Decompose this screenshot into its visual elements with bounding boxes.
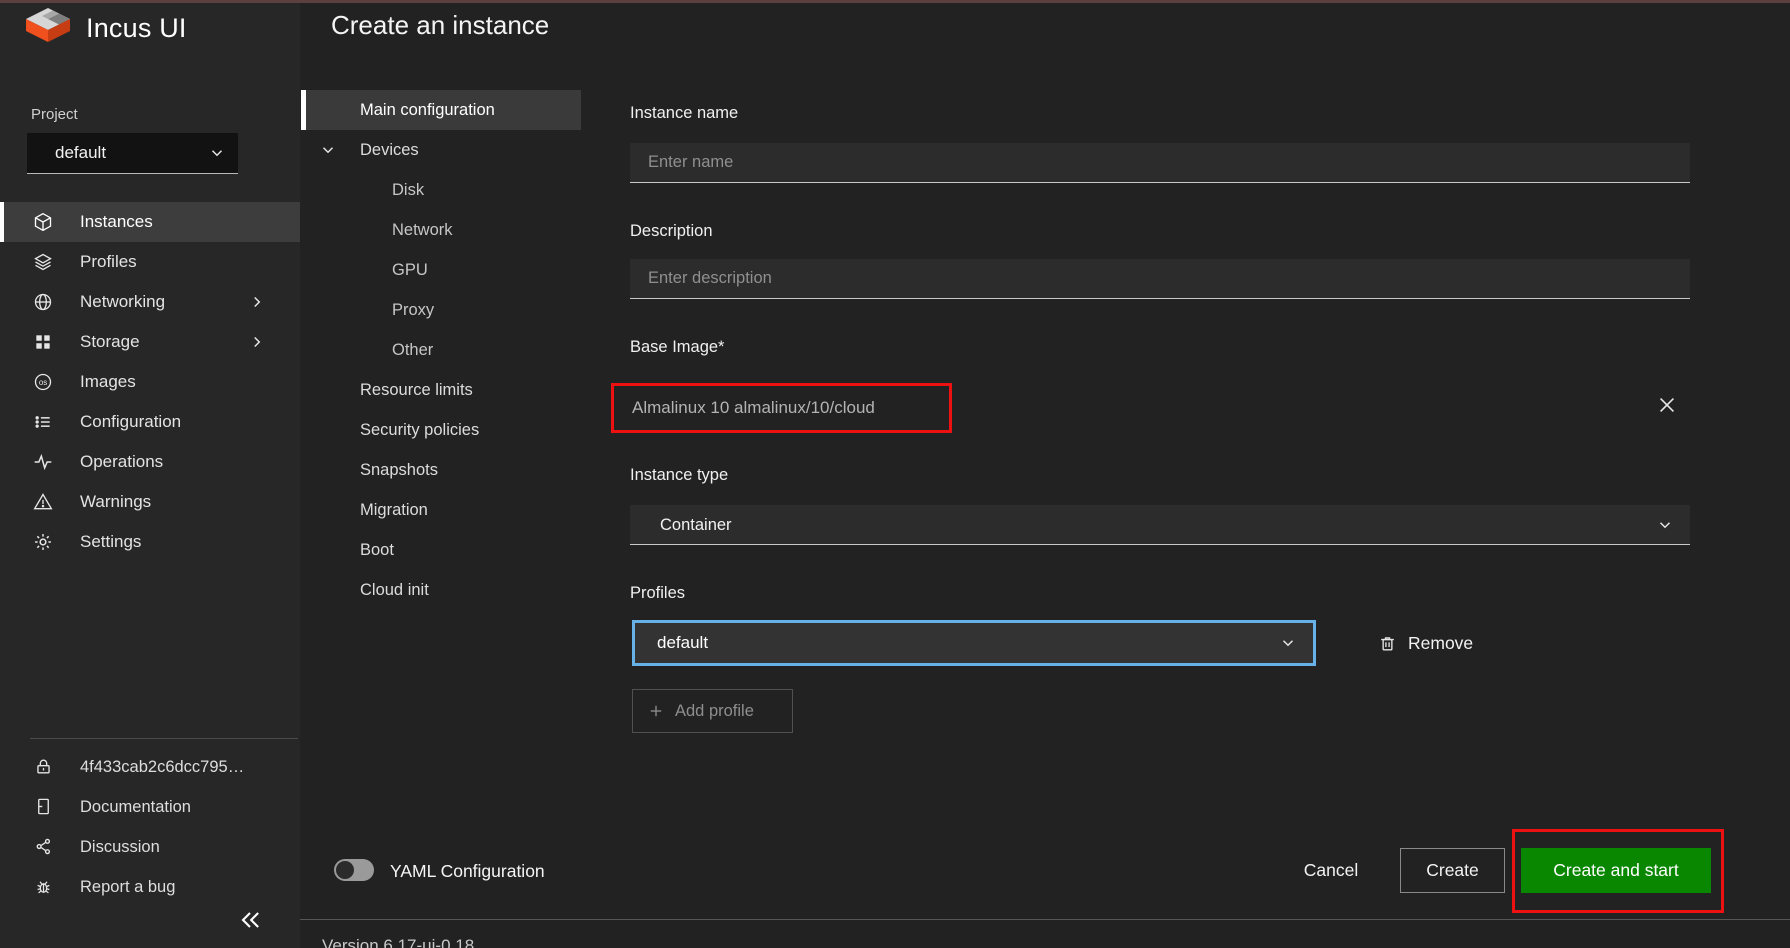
double-chevron-left-icon bbox=[236, 906, 270, 934]
storage-icon bbox=[33, 332, 53, 352]
yaml-configuration-label: YAML Configuration bbox=[390, 861, 545, 882]
sidebar-item-networking[interactable]: Networking bbox=[0, 282, 300, 322]
sidebar-item-storage[interactable]: Storage bbox=[0, 322, 300, 362]
config-nav-cloud-init[interactable]: Cloud init bbox=[301, 570, 581, 610]
config-nav-snapshots[interactable]: Snapshots bbox=[301, 450, 581, 490]
sidebar-item-images[interactable]: os Images bbox=[0, 362, 300, 402]
config-nav-gpu[interactable]: GPU bbox=[301, 250, 581, 290]
version-text: Version 6.17-ui-0.18 bbox=[322, 936, 474, 948]
sidebar-item-warnings[interactable]: Warnings bbox=[0, 482, 300, 522]
remove-profile-button[interactable]: Remove bbox=[1378, 630, 1473, 656]
close-icon[interactable] bbox=[1656, 394, 1684, 422]
chevron-down-icon bbox=[208, 144, 226, 162]
instance-type-label: Instance type bbox=[630, 466, 728, 485]
create-and-start-button[interactable]: Create and start bbox=[1521, 848, 1711, 893]
add-profile-button[interactable]: Add profile bbox=[632, 689, 793, 733]
certificate-lock-icon bbox=[34, 757, 53, 776]
sidebar-item-discussion[interactable]: Discussion bbox=[0, 827, 300, 867]
project-select[interactable]: default bbox=[27, 133, 238, 174]
sidebar-item-configuration[interactable]: Configuration bbox=[0, 402, 300, 442]
svg-text:os: os bbox=[39, 378, 47, 387]
base-image-label: Base Image* bbox=[630, 338, 724, 357]
sidebar-item-certificate[interactable]: 4f433cab2c6dcc795… bbox=[0, 747, 300, 787]
bug-icon bbox=[34, 877, 53, 896]
operations-icon bbox=[33, 452, 53, 472]
documentation-icon bbox=[34, 797, 53, 816]
sidebar-item-operations[interactable]: Operations bbox=[0, 442, 300, 482]
app-root: Incus UI Project default Instances Profi… bbox=[0, 0, 1790, 948]
instance-name-label: Instance name bbox=[630, 104, 738, 123]
brand-name: Incus UI bbox=[86, 13, 187, 44]
warnings-icon bbox=[33, 492, 53, 512]
images-icon: os bbox=[33, 372, 53, 392]
brand[interactable]: Incus UI bbox=[24, 6, 187, 50]
description-label: Description bbox=[630, 222, 713, 241]
project-select-value: default bbox=[27, 143, 106, 163]
config-nav-resource-limits[interactable]: Resource limits bbox=[301, 370, 581, 410]
create-button[interactable]: Create bbox=[1400, 848, 1505, 893]
toggle-knob bbox=[336, 861, 354, 879]
sidebar: Incus UI Project default Instances Profi… bbox=[0, 0, 300, 948]
cancel-button[interactable]: Cancel bbox=[1286, 848, 1376, 893]
profile-select[interactable]: default bbox=[632, 620, 1316, 666]
project-label: Project bbox=[31, 106, 78, 123]
networking-icon bbox=[33, 292, 53, 312]
config-nav-proxy[interactable]: Proxy bbox=[301, 290, 581, 330]
sidebar-item-instances[interactable]: Instances bbox=[0, 202, 300, 242]
sidebar-item-documentation[interactable]: Documentation bbox=[0, 787, 300, 827]
instance-type-value: Container bbox=[660, 505, 732, 545]
config-nav-other[interactable]: Other bbox=[301, 330, 581, 370]
instance-name-input[interactable] bbox=[630, 143, 1690, 183]
config-nav-boot[interactable]: Boot bbox=[301, 530, 581, 570]
base-image-value: Almalinux 10 almalinux/10/cloud bbox=[630, 383, 875, 433]
configuration-icon bbox=[33, 412, 53, 432]
footer-divider bbox=[300, 919, 1790, 920]
config-nav-disk[interactable]: Disk bbox=[301, 170, 581, 210]
incus-logo-icon bbox=[24, 6, 72, 50]
discussion-icon bbox=[34, 837, 53, 856]
chevron-down-icon bbox=[319, 141, 337, 159]
config-nav-main-configuration[interactable]: Main configuration bbox=[301, 90, 581, 130]
profiles-icon bbox=[33, 252, 53, 272]
sidebar-item-settings[interactable]: Settings bbox=[0, 522, 300, 562]
page-title: Create an instance bbox=[331, 10, 549, 41]
add-profile-label: Add profile bbox=[675, 702, 754, 721]
window-top-strip bbox=[0, 0, 1790, 3]
profiles-label: Profiles bbox=[630, 584, 685, 603]
instances-icon bbox=[33, 212, 53, 232]
plus-icon bbox=[647, 702, 665, 720]
description-input[interactable] bbox=[630, 259, 1690, 299]
chevron-right-icon bbox=[248, 333, 266, 351]
config-nav-security-policies[interactable]: Security policies bbox=[301, 410, 581, 450]
instance-type-select[interactable]: Container bbox=[630, 505, 1690, 545]
chevron-right-icon bbox=[248, 293, 266, 311]
chevron-down-icon bbox=[1279, 634, 1297, 652]
config-nav-devices[interactable]: Devices bbox=[301, 130, 581, 170]
remove-profile-label: Remove bbox=[1408, 633, 1473, 654]
config-nav-network[interactable]: Network bbox=[301, 210, 581, 250]
profile-select-value: default bbox=[657, 623, 708, 663]
chevron-down-icon bbox=[1656, 516, 1674, 534]
sidebar-item-report-bug[interactable]: Report a bug bbox=[0, 867, 300, 907]
yaml-configuration-toggle[interactable] bbox=[334, 859, 374, 881]
config-nav-migration[interactable]: Migration bbox=[301, 490, 581, 530]
sidebar-item-profiles[interactable]: Profiles bbox=[0, 242, 300, 282]
sidebar-collapse-button[interactable] bbox=[236, 906, 270, 940]
trash-icon bbox=[1378, 634, 1397, 653]
sidebar-footer-divider bbox=[30, 738, 298, 739]
settings-icon bbox=[33, 532, 53, 552]
